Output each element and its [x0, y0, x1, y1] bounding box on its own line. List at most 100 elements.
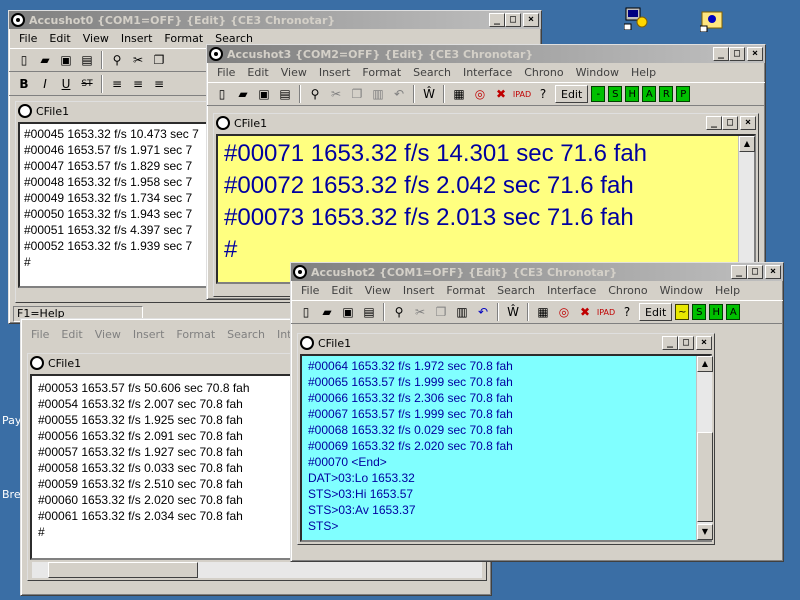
- close-button[interactable]: ×: [740, 116, 756, 130]
- minimize-button[interactable]: _: [489, 13, 505, 27]
- vertical-scrollbar[interactable]: ▲ ▼: [696, 356, 713, 540]
- mode-button-p[interactable]: P: [676, 86, 691, 102]
- find-icon[interactable]: ⚲: [306, 85, 324, 103]
- child-titlebar[interactable]: CFile1 _ □ ×: [214, 114, 758, 132]
- folder-shortcut-icon[interactable]: [699, 8, 724, 33]
- open-folder-icon[interactable]: ▰: [234, 85, 252, 103]
- bold-icon[interactable]: B: [15, 75, 33, 93]
- align-right-icon[interactable]: ≡: [150, 75, 168, 93]
- undo-icon[interactable]: ↶: [390, 85, 408, 103]
- chrono-icon[interactable]: Ŵ: [420, 85, 438, 103]
- new-file-icon[interactable]: ▯: [297, 303, 315, 321]
- close-button[interactable]: ×: [765, 265, 781, 279]
- mode-button-a[interactable]: A: [726, 304, 741, 320]
- minimize-button[interactable]: _: [731, 265, 747, 279]
- save-icon[interactable]: ▣: [255, 85, 273, 103]
- copy-icon[interactable]: ❐: [432, 303, 450, 321]
- print-icon[interactable]: ▤: [78, 51, 96, 69]
- menu-file[interactable]: File: [25, 328, 55, 341]
- align-center-icon[interactable]: ≡: [129, 75, 147, 93]
- menu-format[interactable]: Format: [170, 328, 221, 341]
- ipad-icon[interactable]: IPAD: [513, 85, 531, 103]
- menu-edit[interactable]: Edit: [325, 284, 358, 297]
- scroll-up-arrow[interactable]: ▲: [739, 136, 755, 152]
- menu-window[interactable]: Window: [570, 66, 625, 79]
- vertical-scrollbar[interactable]: ▲: [738, 136, 755, 270]
- maximize-button[interactable]: □: [505, 13, 521, 27]
- mode-button-s[interactable]: S: [608, 86, 623, 102]
- maximize-button[interactable]: □: [678, 336, 694, 350]
- strikethrough-icon[interactable]: ST: [78, 75, 96, 93]
- scroll-thumb[interactable]: [697, 432, 713, 522]
- copy-icon[interactable]: ❐: [348, 85, 366, 103]
- tools-icon[interactable]: ✖: [492, 85, 510, 103]
- menu-file[interactable]: File: [295, 284, 325, 297]
- minimize-button[interactable]: _: [706, 116, 722, 130]
- align-left-icon[interactable]: ≡: [108, 75, 126, 93]
- print-icon[interactable]: ▤: [360, 303, 378, 321]
- menu-help[interactable]: Help: [625, 66, 662, 79]
- help-icon[interactable]: ?: [534, 85, 552, 103]
- accushot2-titlebar[interactable]: Accushot2 {COM1=OFF} {Edit} {CE3 Chronot…: [291, 263, 783, 281]
- mode-button-h[interactable]: H: [625, 86, 640, 102]
- menu-help[interactable]: Help: [709, 284, 746, 297]
- paste-icon[interactable]: ▥: [369, 85, 387, 103]
- menu-edit[interactable]: Edit: [241, 66, 274, 79]
- find-icon[interactable]: ⚲: [108, 51, 126, 69]
- desktop-label-bre[interactable]: Bre: [2, 488, 21, 501]
- new-file-icon[interactable]: ▯: [213, 85, 231, 103]
- display-icon[interactable]: ▦: [534, 303, 552, 321]
- desktop-label-pay[interactable]: Pay: [2, 414, 21, 427]
- mode-button-dash[interactable]: -: [591, 86, 606, 102]
- cut-icon[interactable]: ✂: [411, 303, 429, 321]
- maximize-button[interactable]: □: [722, 116, 738, 130]
- open-folder-icon[interactable]: ▰: [36, 51, 54, 69]
- menu-format[interactable]: Format: [158, 32, 209, 45]
- ipad-icon[interactable]: IPAD: [597, 303, 615, 321]
- undo-icon[interactable]: ↶: [474, 303, 492, 321]
- menu-search[interactable]: Search: [491, 284, 541, 297]
- accushot3-titlebar[interactable]: Accushot3 {COM2=OFF} {Edit} {CE3 Chronot…: [207, 45, 765, 63]
- save-icon[interactable]: ▣: [339, 303, 357, 321]
- menu-insert[interactable]: Insert: [115, 32, 159, 45]
- accushot2-window[interactable]: Accushot2 {COM1=OFF} {Edit} {CE3 Chronot…: [290, 262, 784, 562]
- menu-format[interactable]: Format: [356, 66, 407, 79]
- maximize-button[interactable]: □: [747, 265, 763, 279]
- close-button[interactable]: ×: [523, 13, 539, 27]
- cut-icon[interactable]: ✂: [129, 51, 147, 69]
- menu-window[interactable]: Window: [654, 284, 709, 297]
- menu-view[interactable]: View: [89, 328, 127, 341]
- menu-interface[interactable]: Interface: [457, 66, 518, 79]
- save-icon[interactable]: ▣: [57, 51, 75, 69]
- print-icon[interactable]: ▤: [276, 85, 294, 103]
- child-titlebar[interactable]: CFile1 _ □ ×: [298, 334, 714, 352]
- text-area[interactable]: #00064 1653.32 f/s 1.972 sec 70.8 fah #0…: [300, 354, 712, 542]
- tools-icon[interactable]: ✖: [576, 303, 594, 321]
- menu-view[interactable]: View: [77, 32, 115, 45]
- edit-button[interactable]: Edit: [555, 85, 589, 103]
- menu-insert[interactable]: Insert: [127, 328, 171, 341]
- paste-icon[interactable]: ▥: [453, 303, 471, 321]
- scroll-down-arrow[interactable]: ▼: [697, 524, 713, 540]
- horizontal-scrollbar[interactable]: [32, 562, 482, 578]
- menu-search[interactable]: Search: [407, 66, 457, 79]
- network-config-icon[interactable]: [623, 6, 648, 31]
- menu-file[interactable]: File: [13, 32, 43, 45]
- accushot0-titlebar[interactable]: Accushot0 {COM1=OFF} {Edit} {CE3 Chronot…: [9, 11, 541, 29]
- italic-icon[interactable]: I: [36, 75, 54, 93]
- menu-file[interactable]: File: [211, 66, 241, 79]
- menu-insert[interactable]: Insert: [313, 66, 357, 79]
- open-folder-icon[interactable]: ▰: [318, 303, 336, 321]
- mode-button-wave[interactable]: ~: [675, 304, 690, 320]
- edit-button[interactable]: Edit: [639, 303, 673, 321]
- chrono-icon[interactable]: Ŵ: [504, 303, 522, 321]
- mode-button-s[interactable]: S: [692, 304, 707, 320]
- close-button[interactable]: ×: [747, 47, 763, 61]
- menu-chrono[interactable]: Chrono: [602, 284, 653, 297]
- target-icon[interactable]: ◎: [555, 303, 573, 321]
- menu-view[interactable]: View: [275, 66, 313, 79]
- help-icon[interactable]: ?: [618, 303, 636, 321]
- new-file-icon[interactable]: ▯: [15, 51, 33, 69]
- menu-edit[interactable]: Edit: [43, 32, 76, 45]
- scroll-thumb[interactable]: [48, 562, 198, 578]
